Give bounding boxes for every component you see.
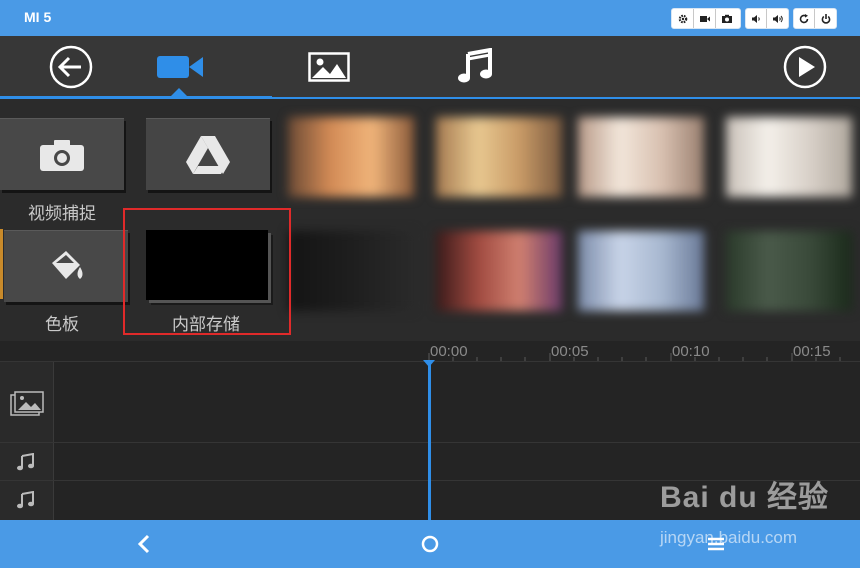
blurred-media-thumbnails	[280, 99, 860, 341]
app-toolbar	[0, 36, 860, 97]
music-tab[interactable]	[456, 48, 496, 84]
media-thumbnail[interactable]	[436, 231, 562, 311]
image-tab[interactable]	[308, 52, 350, 82]
app-root: MI 5 视频捕捉 色板 内部存储 00:00 00:05 00:10 00:1…	[0, 0, 860, 568]
play-icon[interactable]	[782, 44, 828, 90]
paint-bucket-icon	[52, 250, 83, 279]
video-image-track-icon	[10, 391, 44, 421]
home-nav-icon[interactable]	[410, 520, 450, 568]
video-capture-tile[interactable]	[0, 118, 124, 190]
color-board-label: 色板	[45, 315, 79, 335]
media-thumbnail[interactable]	[288, 231, 414, 311]
playhead-handle[interactable]	[423, 360, 435, 367]
image-icon	[308, 52, 350, 82]
media-thumbnail[interactable]	[578, 117, 704, 197]
emulator-status-bar: MI 5	[0, 0, 860, 36]
timeline-playhead[interactable]	[428, 362, 431, 520]
media-thumbnail[interactable]	[436, 117, 562, 197]
camera-icon	[40, 139, 84, 171]
back-arrow-icon[interactable]	[48, 44, 94, 90]
track-header-column	[0, 361, 54, 520]
google-drive-icon	[186, 135, 230, 174]
settings-icon[interactable]	[672, 9, 694, 28]
video-tab[interactable]	[155, 52, 205, 82]
color-strip	[0, 229, 3, 299]
selected-tab-caret	[170, 88, 188, 97]
power-control-group	[793, 8, 837, 29]
video-camera-icon	[157, 56, 203, 78]
power-icon[interactable]	[815, 9, 836, 28]
volume-down-icon[interactable]	[746, 9, 768, 28]
watermark-url: jingyan.baidu.com	[660, 528, 798, 547]
volume-up-icon[interactable]	[767, 9, 788, 28]
device-control-group	[671, 8, 741, 29]
highlight-box	[123, 208, 291, 335]
video-record-icon[interactable]	[694, 9, 716, 28]
rotate-icon[interactable]	[794, 9, 816, 28]
music-note-icon	[16, 490, 36, 513]
media-thumbnail[interactable]	[578, 231, 704, 311]
google-drive-tile[interactable]	[146, 118, 270, 190]
music-icon	[458, 48, 492, 83]
music-note-icon	[16, 452, 36, 475]
volume-control-group	[745, 8, 789, 29]
video-capture-label: 视频捕捉	[28, 204, 96, 224]
media-thumbnail[interactable]	[726, 231, 852, 311]
camera-icon[interactable]	[716, 9, 738, 28]
media-thumbnail[interactable]	[288, 117, 414, 197]
color-board-tile[interactable]	[4, 230, 128, 302]
device-name: MI 5	[24, 9, 52, 25]
media-thumbnail[interactable]	[726, 117, 852, 197]
timeline-ruler-ticks	[428, 353, 841, 361]
back-nav-icon[interactable]	[124, 520, 164, 568]
watermark-logo: Bai du 经验	[660, 481, 830, 514]
